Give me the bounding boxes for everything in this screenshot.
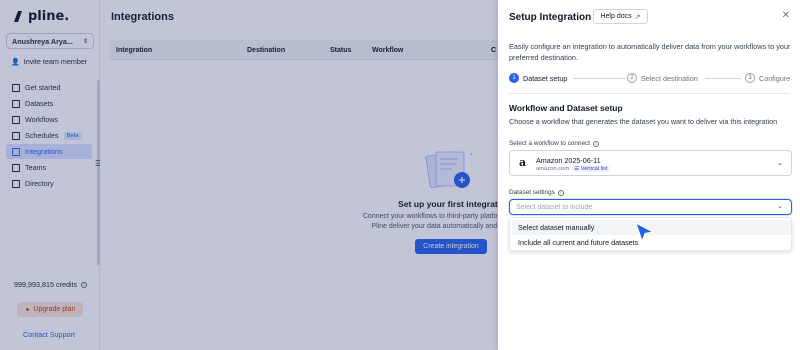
section-description: Choose a workflow that generates the dat… bbox=[509, 117, 778, 126]
step-label: Configure bbox=[759, 73, 791, 83]
chevron-down-icon: ⌄ bbox=[777, 203, 783, 210]
dataset-label-text: Dataset settings bbox=[509, 189, 555, 196]
step-configure[interactable]: 3 Configure bbox=[745, 73, 790, 83]
dataset-select[interactable]: ⌄ bbox=[509, 199, 792, 215]
info-icon[interactable]: i bbox=[593, 140, 599, 147]
step-label: Select destination bbox=[641, 73, 698, 83]
workflow-select[interactable]: a Amazon 2025-06-11 amazon.com ☰ Vertica… bbox=[509, 150, 792, 176]
stepper: 1 Dataset setup 2 Select destination 3 C… bbox=[509, 73, 800, 85]
step-dataset-setup[interactable]: 1 Dataset setup bbox=[509, 73, 567, 83]
workflow-name: Amazon 2025-06-11 bbox=[536, 156, 601, 165]
workflow-field-label: Select a workflow to connect i bbox=[509, 140, 599, 147]
help-docs-label: Help docs bbox=[600, 13, 632, 20]
workflow-label-text: Select a workflow to connect bbox=[509, 140, 590, 147]
step-label: Dataset setup bbox=[523, 73, 568, 83]
drawer-title: Setup Integration bbox=[509, 12, 592, 23]
workflow-meta: amazon.com ☰ Vertical list bbox=[536, 166, 610, 172]
dataset-search-input[interactable] bbox=[510, 200, 770, 214]
close-icon[interactable]: ✕ bbox=[782, 10, 790, 21]
modal-backdrop[interactable] bbox=[0, 0, 498, 350]
workflow-domain: amazon.com bbox=[536, 166, 570, 172]
vertical-list-badge: ☰ Vertical list bbox=[572, 166, 610, 172]
step-connector bbox=[705, 78, 741, 79]
app-window: pline. Anushreya Arya... ⇕ 👤 Invite team… bbox=[0, 0, 800, 350]
drawer-intro: Easily configure an integration to autom… bbox=[509, 42, 791, 62]
help-docs-button[interactable]: Help docs ↗ bbox=[593, 9, 648, 24]
step-select-destination[interactable]: 2 Select destination bbox=[627, 73, 698, 83]
mouse-cursor-icon bbox=[635, 221, 655, 243]
step-number: 1 bbox=[509, 73, 519, 83]
section-title: Workflow and Dataset setup bbox=[509, 103, 623, 113]
amazon-logo-icon: a bbox=[519, 156, 527, 169]
chevron-down-icon: ⌄ bbox=[777, 160, 783, 167]
section-divider bbox=[509, 93, 790, 94]
step-number: 2 bbox=[627, 73, 637, 83]
external-link-icon: ↗ bbox=[634, 13, 641, 21]
step-number: 3 bbox=[745, 73, 755, 83]
setup-integration-drawer: Setup Integration Help docs ↗ ✕ Easily c… bbox=[498, 0, 800, 350]
info-icon[interactable]: i bbox=[557, 189, 564, 196]
step-connector bbox=[573, 78, 625, 79]
badge-label: Vertical list bbox=[580, 166, 608, 172]
dataset-field-label: Dataset settings i bbox=[509, 189, 564, 196]
